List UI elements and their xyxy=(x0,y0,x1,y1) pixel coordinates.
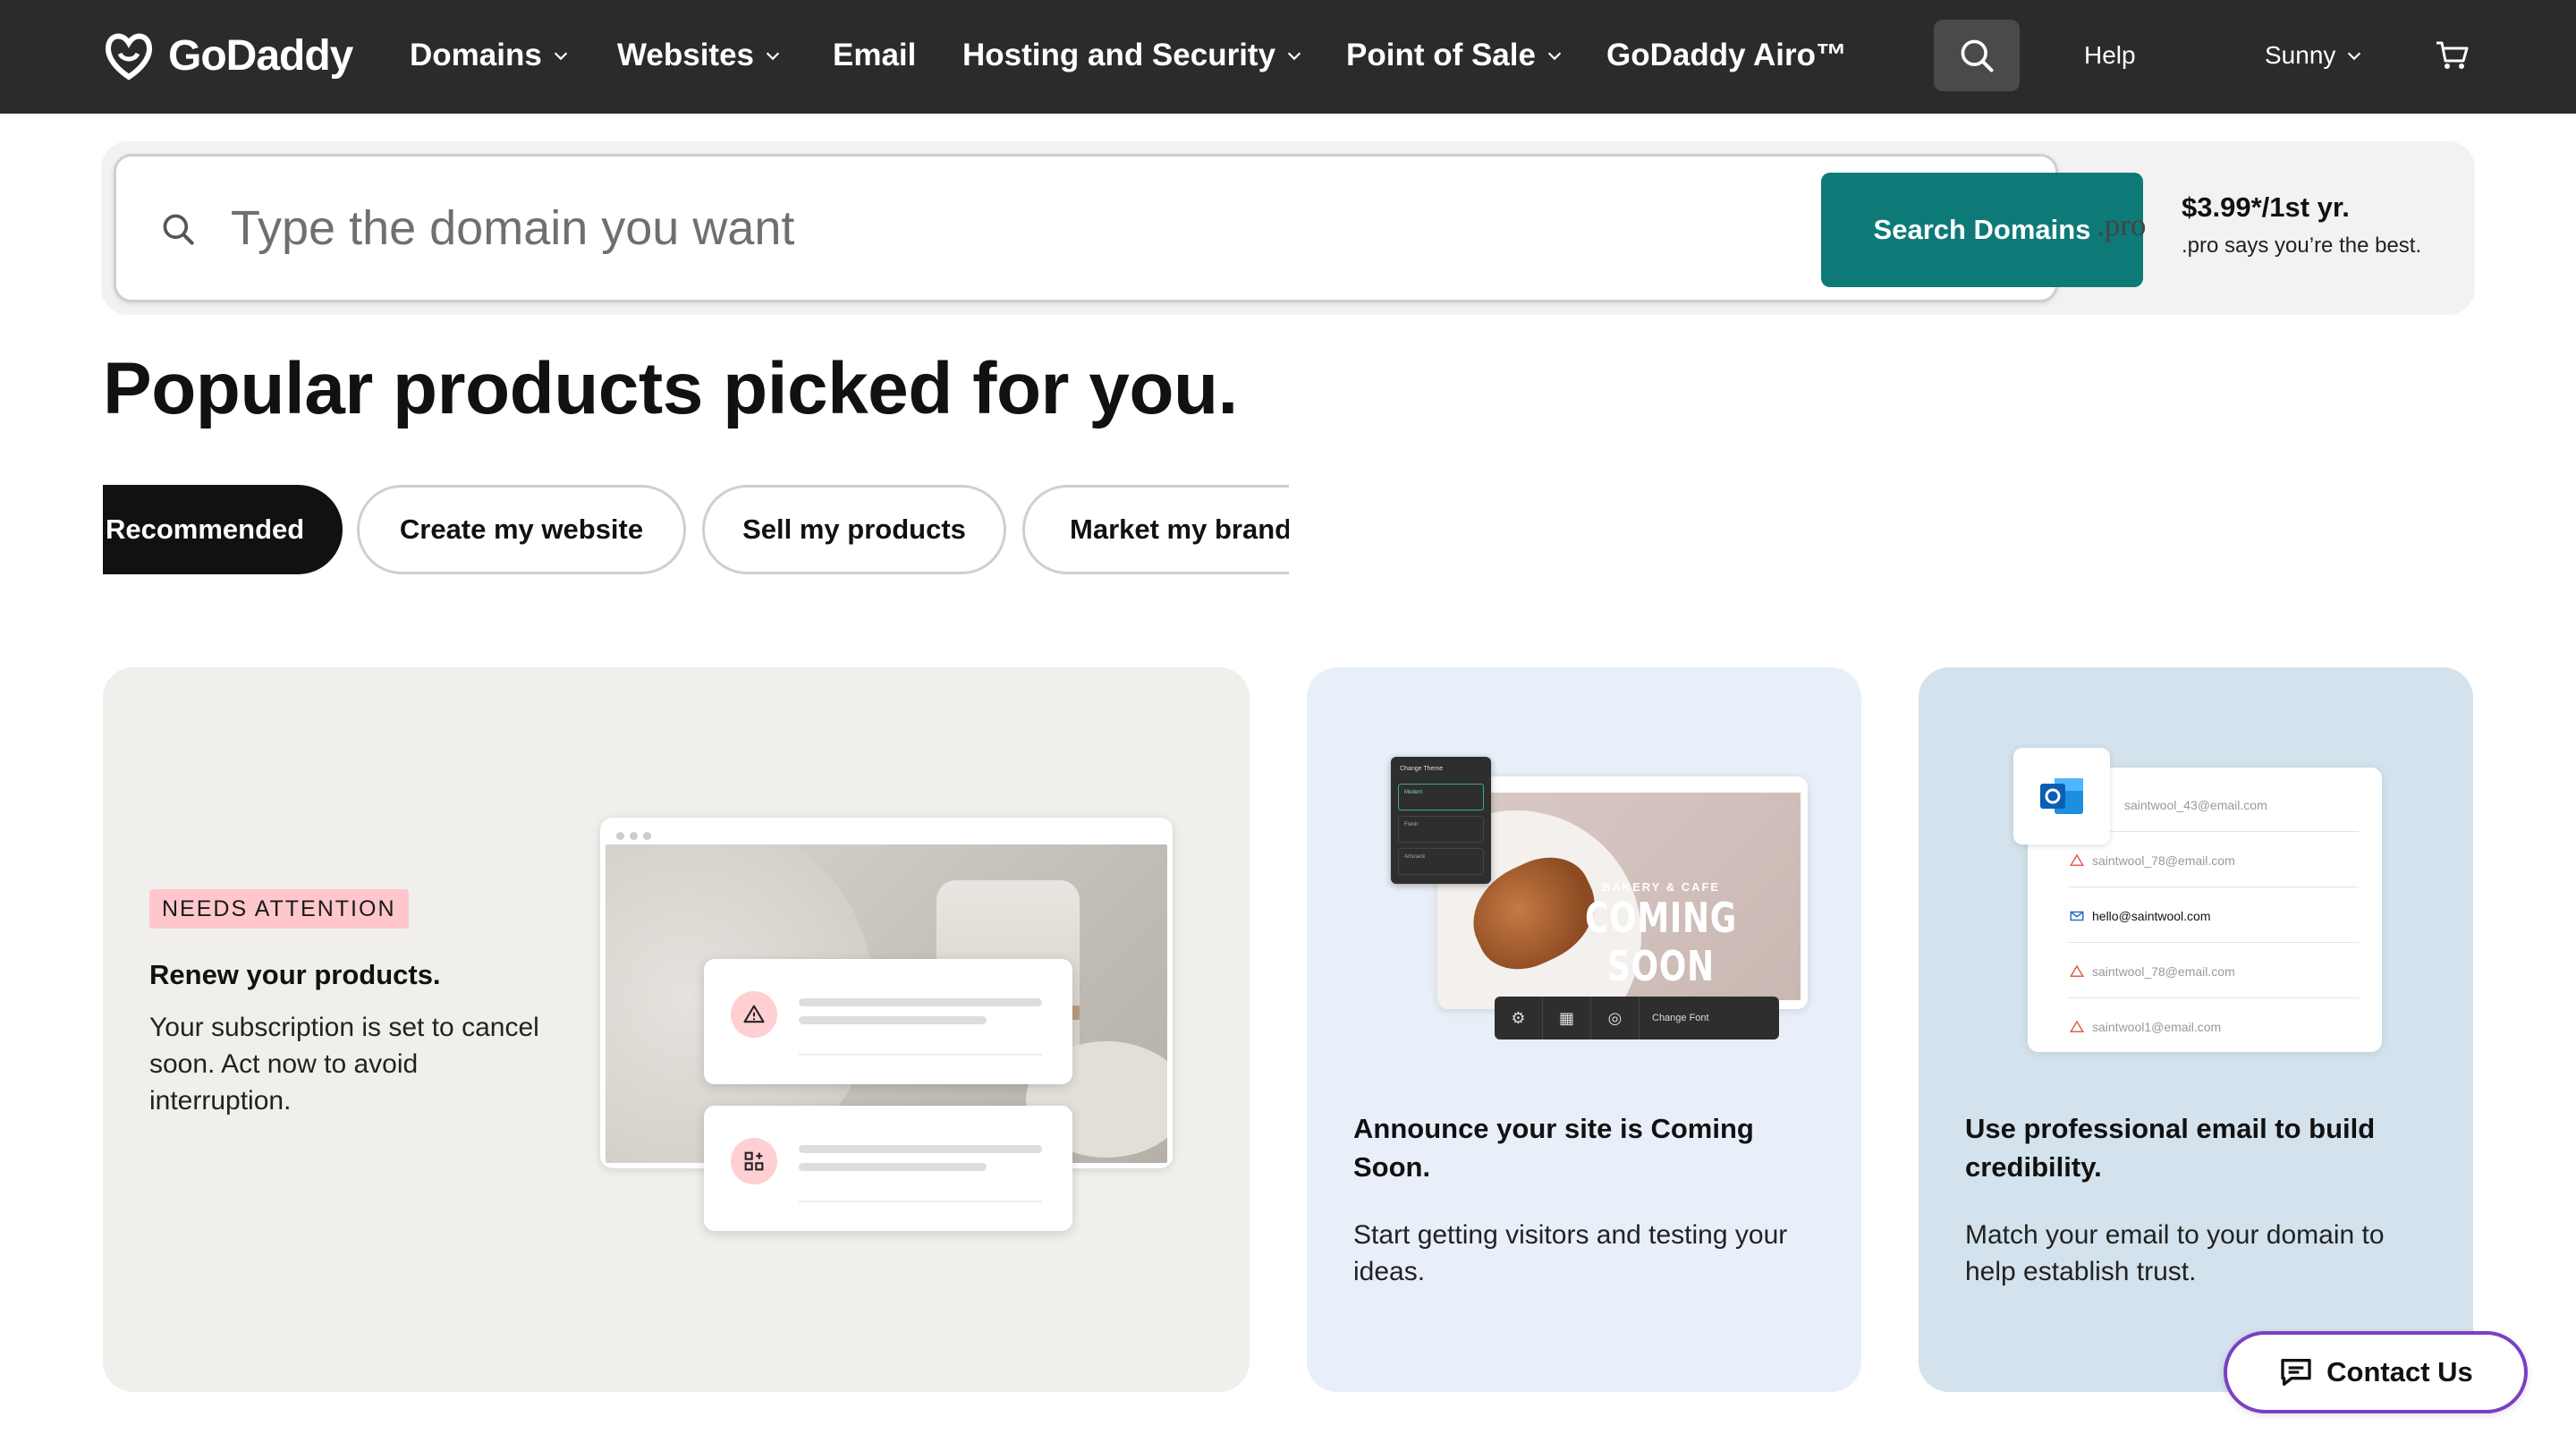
domain-search-input[interactable] xyxy=(231,183,1751,273)
search-domains-button[interactable]: Search Domains xyxy=(1821,173,2143,287)
email-address: saintwool_78@email.com xyxy=(2092,853,2235,868)
nav-account-menu[interactable]: Sunny xyxy=(2265,32,2364,79)
nav-hosting-security[interactable]: Hosting and Security xyxy=(962,32,1304,79)
nav-hosting-label: Hosting and Security xyxy=(962,38,1276,72)
email-row: hello@saintwool.com xyxy=(2069,889,2359,943)
chevron-down-icon xyxy=(1547,52,1562,61)
logo-text: GoDaddy xyxy=(168,31,353,80)
email-row: saintwool_78@email.com xyxy=(2069,945,2359,998)
bakery-tagline: BAKERY & CAFE xyxy=(1601,880,1721,894)
coming-soon-card[interactable]: BAKERY & CAFE COMING SOON Change Theme M… xyxy=(1307,667,1861,1392)
color-icon: ◎ xyxy=(1591,997,1640,1039)
tab-market-brand[interactable]: Market my brand xyxy=(1022,485,1289,574)
tab-recommended[interactable]: Recommended xyxy=(103,485,343,574)
notification-card xyxy=(704,1106,1072,1231)
tab-sell-products[interactable]: Sell my products xyxy=(702,485,1006,574)
tab-sell-products-label: Sell my products xyxy=(742,513,966,545)
editor-toolbar: ⚙ ▦ ◎ Change Font xyxy=(1495,997,1779,1039)
contact-us-label: Contact Us xyxy=(2326,1356,2473,1387)
window-dots xyxy=(616,828,657,844)
domain-search-section: Search Domains .pro $3.99*/1st yr. .pro … xyxy=(101,141,2475,315)
nav-user-name: Sunny xyxy=(2265,41,2336,69)
outlook-icon xyxy=(2013,748,2110,844)
email-address: saintwool_43@email.com xyxy=(2124,797,2267,812)
warning-icon xyxy=(2069,853,2085,866)
nav-domains-label: Domains xyxy=(410,38,542,72)
theme-panel: Change Theme Modern Fresh Artsnack xyxy=(1391,757,1491,884)
gear-icon: ⚙ xyxy=(1495,997,1543,1039)
mail-icon xyxy=(2070,911,2084,921)
nav-airo-label: GoDaddy Airo™ xyxy=(1606,38,1847,72)
chevron-down-icon xyxy=(766,52,780,61)
nav-point-of-sale[interactable]: Point of Sale xyxy=(1346,32,1564,79)
search-icon xyxy=(1961,39,1994,72)
nav-domains[interactable]: Domains xyxy=(410,32,571,79)
warning-icon xyxy=(2069,1020,2085,1032)
page-heading: Popular products picked for you. xyxy=(103,348,1238,429)
theme-option: Modern xyxy=(1398,784,1484,810)
apps-icon xyxy=(731,1138,777,1184)
email-address: hello@saintwool.com xyxy=(2092,908,2211,923)
needs-attention-badge: NEEDS ATTENTION xyxy=(149,889,409,929)
tab-create-website[interactable]: Create my website xyxy=(357,485,686,574)
contact-us-button[interactable]: Contact Us xyxy=(2224,1331,2528,1413)
nav-help-label: Help xyxy=(2084,41,2136,69)
theme-panel-title: Change Theme xyxy=(1400,766,1444,772)
email-row: saintwool1@email.com xyxy=(2069,1000,2359,1054)
nav-email[interactable]: Email xyxy=(833,32,916,79)
theme-option: Fresh xyxy=(1398,816,1484,843)
card-title: Announce your site is Coming Soon. xyxy=(1353,1113,1754,1183)
godaddy-logo[interactable]: GoDaddy xyxy=(100,27,353,84)
tab-recommended-label: Recommended xyxy=(106,513,305,545)
chevron-down-icon xyxy=(554,52,568,61)
godaddy-logo-icon xyxy=(106,33,152,81)
renew-products-card[interactable]: NEEDS ATTENTION Renew your products. You… xyxy=(103,667,1250,1392)
professional-email-card[interactable]: saintwool_43@email.com saintwool_78@emai… xyxy=(1919,667,2473,1392)
email-row: saintwool_78@email.com xyxy=(2069,834,2359,887)
cart-icon[interactable] xyxy=(2435,39,2470,72)
card-title: Renew your products. xyxy=(149,959,441,990)
tab-market-brand-label: Market my brand xyxy=(1070,513,1289,545)
chat-icon xyxy=(2281,1359,2311,1386)
pro-tld-logo: .pro xyxy=(2097,208,2147,242)
top-nav: GoDaddy Domains Websites Email Hosting a… xyxy=(0,0,2576,114)
promo-price[interactable]: $3.99*/1st yr. xyxy=(2182,191,2350,224)
bakery-photo: BAKERY & CAFE COMING SOON xyxy=(1437,793,1801,1009)
domain-search-box: Search Domains xyxy=(114,154,2143,302)
nav-websites[interactable]: Websites xyxy=(617,32,783,79)
search-icon xyxy=(163,214,194,245)
layout-icon: ▦ xyxy=(1543,997,1591,1039)
chevron-down-icon xyxy=(1287,52,1301,61)
tab-create-website-label: Create my website xyxy=(399,513,644,545)
promo-tagline: .pro says you’re the best. xyxy=(2182,233,2422,258)
nav-airo[interactable]: GoDaddy Airo™ xyxy=(1606,32,1847,79)
coming-soon-banner: BAKERY & CAFE COMING SOON xyxy=(1545,880,1777,990)
theme-option: Artsnack xyxy=(1398,848,1484,875)
chevron-down-icon xyxy=(2348,52,2361,61)
nav-websites-label: Websites xyxy=(617,38,755,72)
nav-pos-label: Point of Sale xyxy=(1346,38,1536,72)
change-font-label: Change Font xyxy=(1652,1013,1709,1023)
notification-card xyxy=(704,959,1072,1084)
card-title: Use professional email to build credibil… xyxy=(1965,1113,2376,1183)
nav-search-button[interactable] xyxy=(1934,20,2020,91)
nav-email-label: Email xyxy=(833,38,917,72)
email-address: saintwool1@email.com xyxy=(2092,1020,2222,1034)
email-address: saintwool_78@email.com xyxy=(2092,963,2235,979)
card-description: Your subscription is set to cancel soon.… xyxy=(149,1013,539,1116)
card-description: Match your email to your domain to help … xyxy=(1965,1220,2385,1286)
warning-icon xyxy=(2069,964,2085,977)
coming-soon-illustration: BAKERY & CAFE COMING SOON xyxy=(1437,776,1808,1009)
card-description: Start getting visitors and testing your … xyxy=(1353,1220,1788,1286)
nav-help[interactable]: Help xyxy=(2084,32,2136,79)
coming-soon-headline: COMING SOON xyxy=(1584,894,1738,990)
product-tabs: Recommended Create my website Sell my pr… xyxy=(103,485,1289,574)
warning-icon xyxy=(731,991,777,1038)
email-row: saintwool_43@email.com xyxy=(2069,778,2359,832)
